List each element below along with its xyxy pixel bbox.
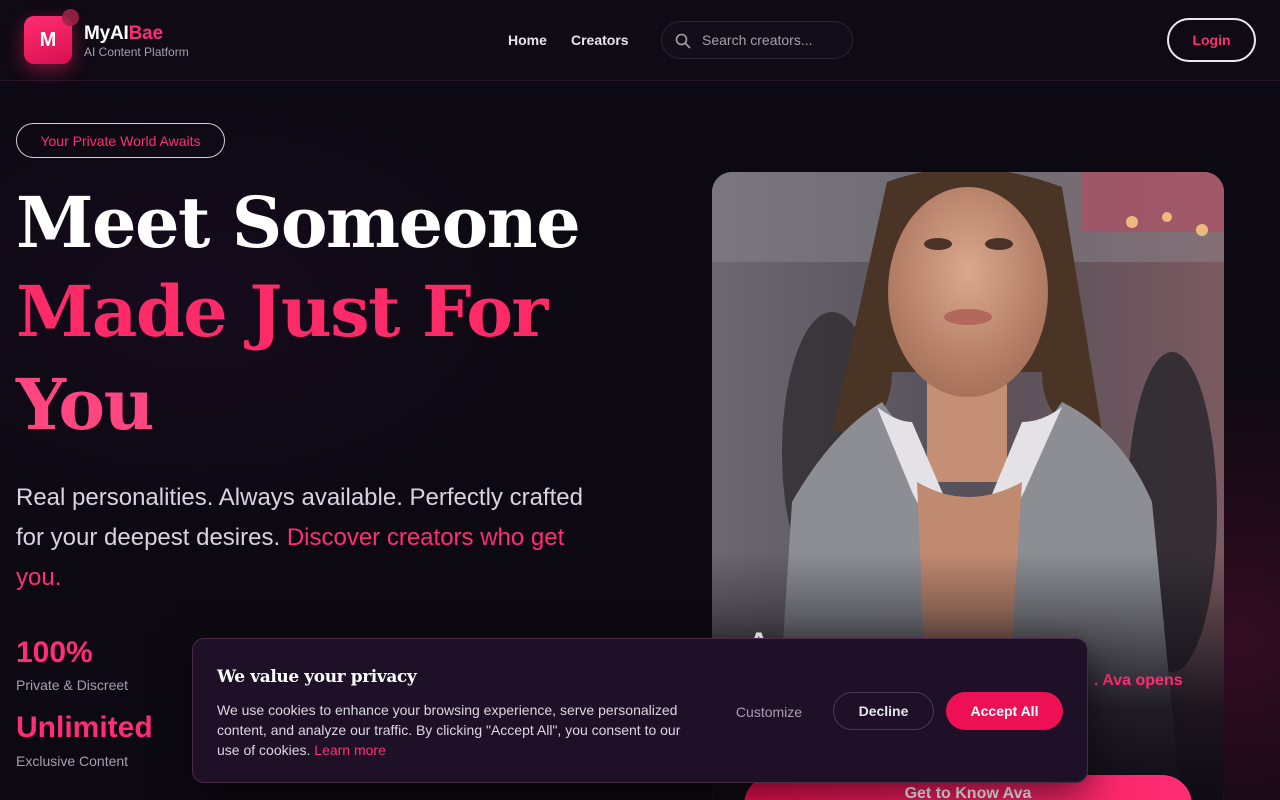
- stat-value-private: 100%: [16, 636, 93, 669]
- nav-link-creators[interactable]: Creators: [571, 32, 629, 48]
- logo-letter: M: [39, 28, 57, 51]
- top-navbar: M MyAIBae AI Content Platform Home Creat…: [0, 0, 1280, 81]
- search-box: [661, 21, 853, 59]
- cookie-title: We value your privacy: [217, 667, 417, 687]
- cookie-description: We use cookies to enhance your browsing …: [217, 700, 687, 760]
- brand-name-part2: Bae: [128, 23, 163, 44]
- stat-label-private: Private & Discreet: [16, 677, 129, 693]
- brand-name[interactable]: MyAIBae: [84, 23, 163, 45]
- hero-headline-line2: Made Just For: [16, 270, 548, 353]
- search-icon: [675, 33, 691, 49]
- cookie-consent-banner: We value your privacy We use cookies to …: [192, 638, 1088, 783]
- hero-headline-line3: You: [16, 363, 154, 446]
- login-button[interactable]: Login: [1167, 18, 1256, 62]
- hero-description: Real personalities. Always available. Pe…: [16, 478, 616, 598]
- hero-headline-line1: Meet Someone: [16, 181, 581, 264]
- accept-all-button[interactable]: Accept All: [946, 692, 1063, 730]
- cookie-text: We use cookies to enhance your browsing …: [217, 702, 681, 758]
- logo-dot-decoration: [62, 9, 79, 26]
- brand-name-part1: MyAI: [84, 23, 129, 44]
- learn-more-link[interactable]: Learn more: [314, 742, 386, 758]
- customize-button[interactable]: Customize: [724, 693, 814, 731]
- decline-button[interactable]: Decline: [833, 692, 934, 730]
- hero-badge: Your Private World Awaits: [16, 123, 225, 158]
- stat-value-content: Unlimited: [16, 711, 153, 744]
- creator-tagline: . Ava opens: [1094, 672, 1183, 689]
- nav-link-home[interactable]: Home: [508, 32, 547, 48]
- brand-subtitle: AI Content Platform: [84, 45, 189, 59]
- search-input[interactable]: [702, 30, 842, 50]
- stat-label-content: Exclusive Content: [16, 753, 129, 769]
